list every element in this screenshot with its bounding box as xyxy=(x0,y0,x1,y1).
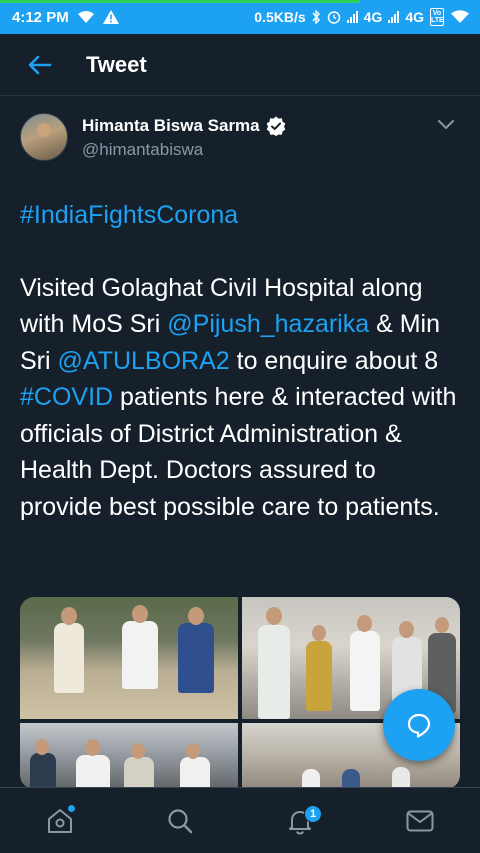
verified-badge-icon xyxy=(266,116,285,136)
tweet-hashtag[interactable]: #IndiaFightsCorona xyxy=(20,197,460,234)
network-type-2: 4G xyxy=(405,9,424,25)
tweet-body: Visited Golaghat Civil Hospital along wi… xyxy=(20,270,460,526)
signal-icon-2 xyxy=(388,11,400,23)
bluetooth-icon xyxy=(312,10,320,24)
arrow-left-icon xyxy=(28,55,52,74)
mail-icon xyxy=(406,810,434,831)
wifi-status-icon xyxy=(77,11,94,23)
tweet-author-row: Himanta Biswa Sarma @himantabiswa xyxy=(0,97,480,161)
tweet-photo-3[interactable] xyxy=(20,723,238,789)
search-icon xyxy=(168,808,193,833)
status-bar: 4:12 PM 0.5KB/s 4G 4G Vo LTE xyxy=(0,0,480,34)
nav-notifications[interactable]: 1 xyxy=(270,796,330,846)
app-header: Tweet xyxy=(0,34,480,96)
compose-reply-button[interactable] xyxy=(383,689,455,761)
wifi-icon xyxy=(451,10,469,23)
notification-count-badge: 1 xyxy=(304,804,322,823)
nav-home[interactable] xyxy=(30,796,90,846)
status-progress-strip xyxy=(0,0,360,3)
hashtag-link[interactable]: #COVID xyxy=(20,383,113,411)
signal-icon-1 xyxy=(346,11,358,23)
warning-icon xyxy=(102,10,119,24)
tweet-photo-1[interactable] xyxy=(20,597,238,719)
avatar[interactable] xyxy=(20,113,68,161)
nav-search[interactable] xyxy=(150,796,210,846)
tweet-media-grid xyxy=(20,597,460,789)
mention-link[interactable]: @ATULBORA2 xyxy=(58,347,230,375)
chevron-down-icon xyxy=(438,120,454,129)
page-title: Tweet xyxy=(86,51,147,77)
home-new-dot xyxy=(68,804,75,812)
network-speed: 0.5KB/s xyxy=(254,9,306,25)
nav-messages[interactable] xyxy=(390,796,450,846)
alarm-icon xyxy=(327,11,340,24)
volte-badge: Vo LTE xyxy=(430,8,444,26)
bottom-navigation: 1 xyxy=(0,787,480,853)
chat-bubble-icon xyxy=(407,713,431,738)
status-time: 4:12 PM xyxy=(12,8,69,26)
author-name[interactable]: Himanta Biswa Sarma xyxy=(82,116,260,136)
tweet: Himanta Biswa Sarma @himantabiswa #India… xyxy=(0,97,480,525)
author-handle[interactable]: @himantabiswa xyxy=(82,140,432,160)
tweet-text-part: to enquire about 8 xyxy=(229,346,439,375)
network-type-1: 4G xyxy=(363,9,383,25)
mention-link[interactable]: @Pijush_hazarika xyxy=(167,310,369,338)
back-button[interactable] xyxy=(0,34,80,96)
tweet-menu-button[interactable] xyxy=(432,111,460,139)
